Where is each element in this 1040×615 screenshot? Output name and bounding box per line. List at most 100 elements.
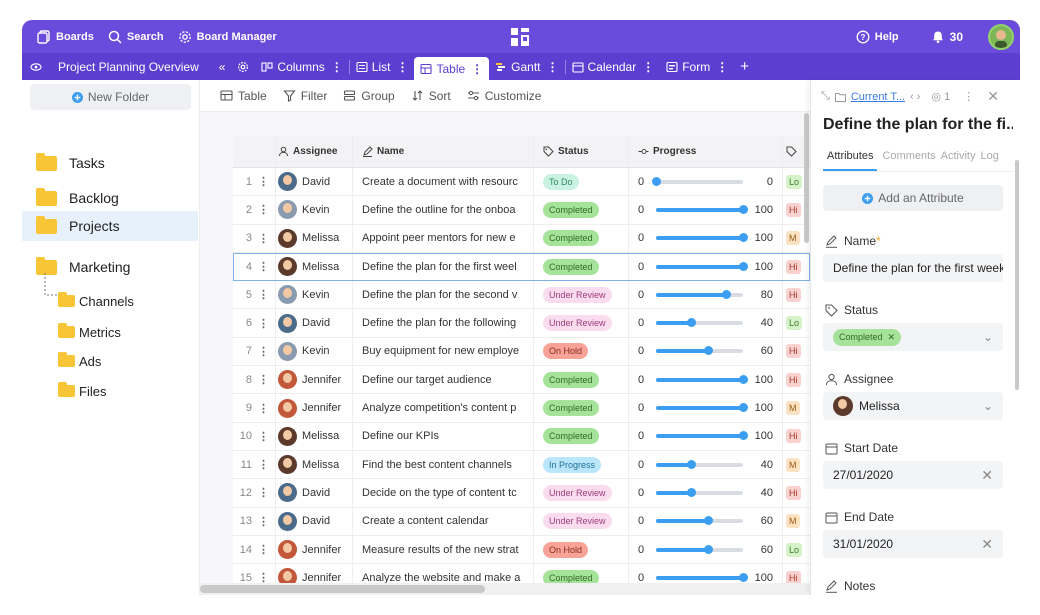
cell-assignee[interactable]: Melissa bbox=[275, 450, 352, 479]
tab-form[interactable]: Form ⋮ bbox=[660, 53, 734, 80]
progress-knob[interactable] bbox=[739, 261, 748, 271]
cell-progress[interactable]: 0 100 bbox=[628, 422, 782, 450]
cell-status[interactable]: Completed bbox=[533, 224, 628, 252]
cell-status[interactable]: In Progress bbox=[533, 450, 628, 479]
progress-knob[interactable] bbox=[704, 346, 714, 356]
progress-slider[interactable] bbox=[656, 487, 743, 497]
progress-knob[interactable] bbox=[686, 318, 696, 328]
table-horizontal-scrollbar[interactable] bbox=[200, 583, 810, 595]
new-folder-button[interactable]: New Folder bbox=[30, 84, 191, 110]
breadcrumb-link[interactable]: Current T... bbox=[851, 91, 905, 103]
end-date-field[interactable]: 31/01/2020 ✕ bbox=[823, 530, 1003, 558]
cell-name[interactable]: Define the plan for the second v bbox=[352, 281, 533, 309]
progress-knob[interactable] bbox=[721, 289, 731, 299]
row-drag-icon[interactable]: ⋮ bbox=[258, 203, 269, 216]
cell-status[interactable]: On Hold bbox=[533, 535, 628, 564]
progress-slider[interactable] bbox=[652, 176, 743, 186]
cell-assignee[interactable]: David bbox=[275, 479, 352, 507]
progress-slider[interactable] bbox=[656, 431, 748, 441]
cell-priority[interactable]: Hi bbox=[782, 337, 810, 366]
progress-slider[interactable] bbox=[656, 289, 743, 299]
table-row[interactable]: 12 ⋮ David Decide on the type of content tc… bbox=[233, 479, 810, 508]
cell-priority[interactable]: M bbox=[782, 507, 810, 535]
progress-knob[interactable] bbox=[739, 403, 748, 413]
progress-knob[interactable] bbox=[686, 459, 696, 469]
table-row[interactable]: 2 ⋮ Kevin Define the outline for the onboa C… bbox=[233, 196, 810, 225]
cell-name[interactable]: Decide on the type of content tc bbox=[352, 479, 533, 507]
cell-status[interactable]: Completed bbox=[533, 394, 628, 422]
cell-status[interactable]: To Do bbox=[533, 168, 628, 196]
cell-progress[interactable]: 0 100 bbox=[628, 196, 782, 224]
tab-list[interactable]: List ⋮ bbox=[350, 53, 415, 80]
folder-tasks[interactable]: Tasks bbox=[36, 148, 196, 178]
cell-assignee[interactable]: David bbox=[275, 309, 352, 337]
user-avatar[interactable] bbox=[988, 23, 1014, 50]
folder-ads[interactable]: Ads bbox=[58, 350, 196, 372]
table-vertical-scrollbar[interactable] bbox=[804, 113, 809, 243]
folder-files[interactable]: Files bbox=[58, 380, 196, 402]
clear-icon[interactable]: ✕ bbox=[981, 467, 993, 484]
table-row[interactable]: 1 ⋮ David Create a document with resourc To … bbox=[233, 168, 810, 197]
chevron-down-icon[interactable]: ⌄ bbox=[983, 399, 993, 413]
expand-icon[interactable]: ⤡ bbox=[821, 90, 830, 103]
cell-priority[interactable]: M bbox=[782, 450, 810, 479]
progress-knob[interactable] bbox=[739, 431, 748, 441]
collapse-sidebar-button[interactable]: « bbox=[213, 53, 232, 80]
progress-knob[interactable] bbox=[739, 204, 748, 214]
progress-knob[interactable] bbox=[686, 487, 696, 497]
header-assignee[interactable]: Assignee bbox=[275, 136, 352, 167]
row-drag-icon[interactable]: ⋮ bbox=[258, 402, 269, 415]
customize-button[interactable]: Customize bbox=[467, 89, 541, 103]
cell-priority[interactable]: Hi bbox=[782, 252, 810, 281]
folder-projects[interactable]: Projects bbox=[22, 211, 198, 241]
row-drag-icon[interactable]: ⋮ bbox=[258, 345, 269, 358]
app-logo-icon[interactable] bbox=[509, 26, 531, 48]
board-title[interactable]: Project Planning Overview bbox=[48, 53, 213, 80]
row-drag-icon[interactable]: ⋮ bbox=[258, 486, 269, 499]
progress-slider[interactable] bbox=[656, 572, 748, 582]
add-view-button[interactable]: + bbox=[734, 53, 755, 80]
folder-channels[interactable]: Channels bbox=[58, 290, 196, 312]
filter-button[interactable]: Filter bbox=[283, 89, 327, 103]
cell-progress[interactable]: 0 40 bbox=[628, 479, 782, 507]
progress-knob[interactable] bbox=[739, 374, 748, 384]
progress-slider[interactable] bbox=[656, 544, 743, 554]
cell-progress[interactable]: 0 100 bbox=[628, 394, 782, 422]
scrollbar-thumb[interactable] bbox=[200, 585, 485, 593]
progress-slider[interactable] bbox=[656, 261, 748, 271]
progress-knob[interactable] bbox=[652, 176, 661, 186]
progress-slider[interactable] bbox=[656, 233, 748, 243]
progress-slider[interactable] bbox=[656, 516, 743, 526]
progress-slider[interactable] bbox=[656, 403, 748, 413]
cell-assignee[interactable]: David bbox=[275, 507, 352, 535]
cell-name[interactable]: Appoint peer mentors for new e bbox=[352, 224, 533, 252]
cell-assignee[interactable]: David bbox=[275, 168, 352, 196]
row-drag-icon[interactable]: ⋮ bbox=[258, 317, 269, 330]
progress-knob[interactable] bbox=[704, 544, 714, 554]
start-date-field[interactable]: 27/01/2020 ✕ bbox=[823, 461, 1003, 489]
close-icon[interactable]: ✕ bbox=[987, 88, 999, 105]
cell-progress[interactable]: 0 60 bbox=[628, 507, 782, 535]
cell-name[interactable]: Define the outline for the onboa bbox=[352, 196, 533, 224]
kebab-icon[interactable]: ⋮ bbox=[396, 60, 408, 74]
row-drag-icon[interactable]: ⋮ bbox=[258, 260, 269, 273]
cell-progress[interactable]: 0 40 bbox=[628, 309, 782, 337]
tab-log[interactable]: Log bbox=[981, 150, 999, 171]
cell-name[interactable]: Create a document with resourc bbox=[352, 168, 533, 196]
cell-status[interactable]: Under Review bbox=[533, 507, 628, 535]
cell-name[interactable]: Define the plan for the first weel bbox=[352, 252, 533, 281]
cell-progress[interactable]: 0 60 bbox=[628, 337, 782, 366]
table-row[interactable]: 8 ⋮ Jennifer Define our target audience Comp… bbox=[233, 366, 810, 395]
cell-priority[interactable]: Hi bbox=[782, 479, 810, 507]
progress-knob[interactable] bbox=[739, 572, 748, 582]
cell-status[interactable]: On Hold bbox=[533, 337, 628, 366]
table-row[interactable]: 3 ⋮ Melissa Appoint peer mentors for new eC… bbox=[233, 224, 810, 253]
cell-priority[interactable]: Lo bbox=[782, 309, 810, 337]
folder-metrics[interactable]: Metrics bbox=[58, 321, 196, 343]
cell-progress[interactable]: 0 60 bbox=[628, 535, 782, 564]
chevron-down-icon[interactable]: ⌄ bbox=[983, 330, 993, 344]
table-row[interactable]: 11 ⋮ Melissa Find the best content channels… bbox=[233, 450, 810, 480]
cell-status[interactable]: Under Review bbox=[533, 281, 628, 309]
cell-progress[interactable]: 00 bbox=[628, 168, 782, 196]
cell-name[interactable]: Find the best content channels bbox=[352, 450, 533, 479]
